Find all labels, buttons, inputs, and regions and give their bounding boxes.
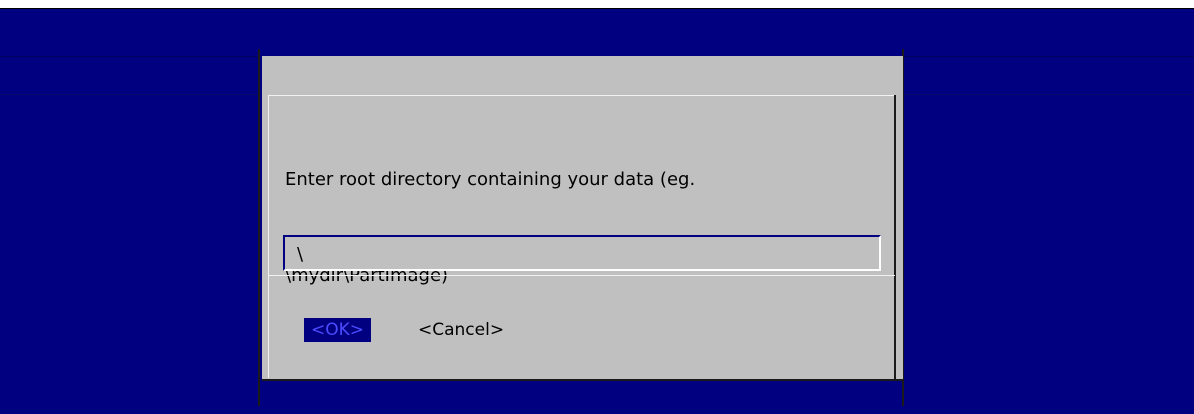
prompt-line-1: Enter root directory containing your dat…: [285, 169, 696, 190]
dialog-inner-top-border: [268, 95, 895, 96]
directory-input-wrapper: [283, 235, 881, 271]
cancel-button[interactable]: <Cancel>: [418, 318, 528, 342]
directory-input[interactable]: [297, 240, 857, 268]
dialog-inner-right-border: [894, 95, 896, 381]
dialog-inner-left-border: [268, 95, 269, 378]
right-shadow-line: [904, 94, 1194, 95]
button-separator: [268, 275, 895, 276]
ok-button[interactable]: <OK>: [304, 318, 371, 342]
left-shadow-line: [0, 94, 258, 95]
